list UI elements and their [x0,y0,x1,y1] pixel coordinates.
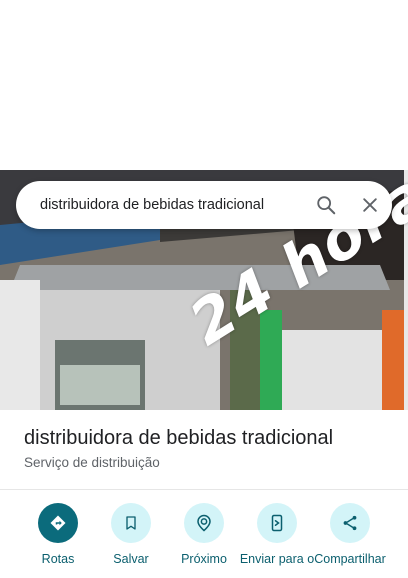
divider [0,489,408,490]
search-bar[interactable]: distribuidora de bebidas tradicional [16,181,392,229]
send-to-phone-icon [257,503,297,543]
share-icon [330,503,370,543]
place-category: Serviço de distribuição [24,455,160,470]
close-icon[interactable] [348,183,392,227]
map-blank-area [0,0,408,170]
directions-icon [38,503,78,543]
nearby-label: Próximo [181,552,227,566]
send-to-phone-label: Enviar para o [239,552,315,566]
action-bar: Rotas Salvar Próximo Enviar para o Compa… [0,503,408,578]
nearby-button[interactable]: Próximo [164,503,244,567]
place-title: distribuidora de bebidas tradicional [24,427,334,449]
directions-button[interactable]: Rotas [18,503,98,567]
send-to-phone-button[interactable]: Enviar para o [237,503,317,567]
save-button[interactable]: Salvar [91,503,171,567]
nearby-icon [184,503,224,543]
share-button[interactable]: Compartilhar [310,503,390,567]
bookmark-icon [111,503,151,543]
share-label: Compartilhar [314,552,386,566]
save-label: Salvar [113,552,149,566]
search-input[interactable]: distribuidora de bebidas tradicional [40,197,304,213]
search-icon[interactable] [304,183,348,227]
directions-label: Rotas [41,552,75,566]
